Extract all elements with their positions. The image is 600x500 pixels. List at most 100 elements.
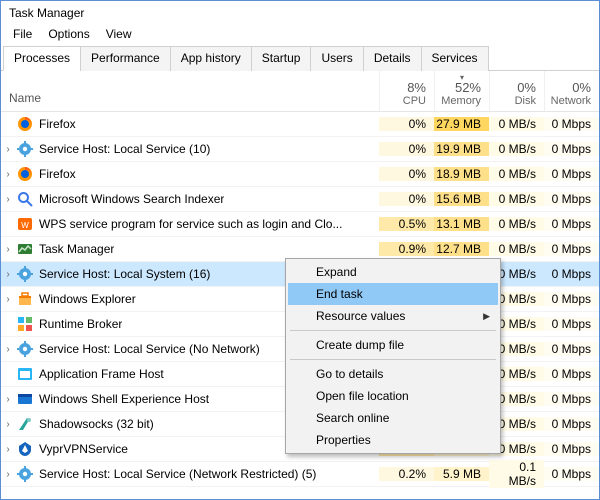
process-name-cell[interactable]: Task Manager: [15, 241, 379, 257]
firefox-icon: [17, 116, 33, 132]
expand-chevron-icon[interactable]: ›: [1, 144, 15, 155]
menu-item-search-online[interactable]: Search online: [288, 407, 498, 429]
tab-processes[interactable]: Processes: [3, 46, 81, 71]
disk-pct: 0%: [517, 80, 536, 95]
store-icon: [17, 291, 33, 307]
menu-item-end-task[interactable]: End task: [288, 283, 498, 305]
process-name: Task Manager: [39, 242, 114, 256]
cell-cpu: 0.9%: [379, 242, 434, 256]
column-cpu[interactable]: 8% CPU: [379, 71, 434, 111]
taskmgr-icon: [17, 241, 33, 257]
menu-item-go-to-details[interactable]: Go to details: [288, 363, 498, 385]
cell-memory: 27.9 MB: [434, 117, 489, 131]
search-icon: [17, 191, 33, 207]
process-name-cell[interactable]: Firefox: [15, 166, 379, 182]
process-name-cell[interactable]: Service Host: Local Service (10): [15, 141, 379, 157]
process-list[interactable]: Firefox0%27.9 MB0 MB/s0 Mbps›Service Hos…: [1, 112, 599, 499]
tab-services[interactable]: Services: [421, 46, 489, 71]
expand-chevron-icon[interactable]: ›: [1, 269, 15, 280]
menu-options[interactable]: Options: [40, 25, 97, 45]
net-pct: 0%: [572, 80, 591, 95]
expand-chevron-icon[interactable]: ›: [1, 444, 15, 455]
process-row[interactable]: WWPS service program for service such as…: [1, 212, 599, 237]
menubar: FileOptionsView: [1, 25, 599, 45]
gear-icon: [17, 141, 33, 157]
column-memory[interactable]: ▾ 52% Memory: [434, 71, 489, 111]
process-name: Service Host: Local System (16): [39, 267, 210, 281]
cpu-pct: 8%: [407, 80, 426, 95]
process-name: Microsoft Windows Search Indexer: [39, 192, 224, 206]
cell-network: 0 Mbps: [544, 167, 599, 181]
cell-cpu: 0%: [379, 167, 434, 181]
mem-pct: 52%: [455, 80, 481, 95]
menu-item-expand[interactable]: Expand: [288, 261, 498, 283]
process-name: Service Host: Local Service (No Network): [39, 342, 260, 356]
process-row[interactable]: ›Firefox0%18.9 MB0 MB/s0 Mbps: [1, 162, 599, 187]
menu-separator: [290, 330, 496, 331]
process-row[interactable]: › Service Host: Local Service (Network Re…: [1, 462, 599, 487]
ss-icon: [17, 416, 33, 432]
cell-network: 0 Mbps: [544, 242, 599, 256]
cell-network: 0 Mbps: [544, 267, 599, 281]
process-name-cell[interactable]: WWPS service program for service such as…: [15, 216, 379, 232]
firefox-icon: [17, 166, 33, 182]
column-disk[interactable]: 0% Disk: [489, 71, 544, 111]
process-name-cell[interactable]: Firefox: [15, 116, 379, 132]
menu-item-resource-values[interactable]: Resource values: [288, 305, 498, 327]
menu-item-open-file-location[interactable]: Open file location: [288, 385, 498, 407]
process-name: Firefox: [39, 167, 76, 181]
tab-details[interactable]: Details: [363, 46, 422, 71]
column-headers: Name 8% CPU ▾ 52% Memory 0% Disk 0% Netw…: [1, 71, 599, 112]
process-row[interactable]: ›Service Host: Local Service (10)0%19.9 …: [1, 137, 599, 162]
runtime-icon: [17, 316, 33, 332]
cell-disk: 0 MB/s: [489, 217, 544, 231]
column-network[interactable]: 0% Network: [544, 71, 599, 111]
cell-memory: 15.6 MB: [434, 192, 489, 206]
process-name: VyprVPNService: [39, 442, 128, 456]
expand-chevron-icon[interactable]: ›: [1, 394, 15, 405]
tab-performance[interactable]: Performance: [80, 46, 171, 71]
process-row[interactable]: ›Microsoft Windows Search Indexer0%15.6 …: [1, 187, 599, 212]
context-menu[interactable]: ExpandEnd taskResource values Create dump…: [285, 258, 501, 454]
expand-chevron-icon[interactable]: ›: [1, 469, 15, 480]
expand-chevron-icon[interactable]: ›: [1, 244, 15, 255]
expand-chevron-icon[interactable]: ›: [1, 294, 15, 305]
tab-startup[interactable]: Startup: [251, 46, 312, 71]
process-name: Windows Shell Experience Host: [39, 392, 209, 406]
process-name: Runtime Broker: [39, 317, 122, 331]
process-name: WPS service program for service such as …: [39, 217, 342, 231]
process-name: Service Host: Local Service (10): [39, 142, 210, 156]
expand-chevron-icon[interactable]: ›: [1, 419, 15, 430]
menu-file[interactable]: File: [5, 25, 40, 45]
process-name: Shadowsocks (32 bit): [39, 417, 154, 431]
expand-chevron-icon[interactable]: ›: [1, 194, 15, 205]
window-title: Task Manager: [1, 1, 599, 25]
expand-chevron-icon[interactable]: ›: [1, 169, 15, 180]
cell-memory: 12.7 MB: [434, 242, 489, 256]
cell-network: 0 Mbps: [544, 217, 599, 231]
cell-network: 0 Mbps: [544, 467, 599, 481]
menu-separator: [290, 359, 496, 360]
process-name-cell[interactable]: Service Host: Local Service (Network Res…: [15, 466, 379, 482]
net-label: Network: [551, 95, 591, 107]
cell-network: 0 Mbps: [544, 392, 599, 406]
tab-app-history[interactable]: App history: [170, 46, 252, 71]
cell-disk: 0 MB/s: [489, 242, 544, 256]
disk-label: Disk: [515, 95, 536, 107]
menu-item-properties[interactable]: Properties: [288, 429, 498, 451]
cell-disk: 0 MB/s: [489, 142, 544, 156]
process-name: Service Host: Local Service (Network Res…: [39, 467, 316, 481]
menu-view[interactable]: View: [98, 25, 140, 45]
shell-icon: [17, 391, 33, 407]
cell-network: 0 Mbps: [544, 442, 599, 456]
process-name: Application Frame Host: [39, 367, 164, 381]
process-name-cell[interactable]: Microsoft Windows Search Indexer: [15, 191, 379, 207]
cell-cpu: 0.5%: [379, 217, 434, 231]
process-row[interactable]: Firefox0%27.9 MB0 MB/s0 Mbps: [1, 112, 599, 137]
gear-icon: [17, 341, 33, 357]
expand-chevron-icon[interactable]: ›: [1, 344, 15, 355]
column-name[interactable]: Name: [1, 71, 379, 111]
sort-descending-icon: ▾: [460, 73, 464, 82]
tab-users[interactable]: Users: [310, 46, 363, 71]
menu-item-create-dump-file[interactable]: Create dump file: [288, 334, 498, 356]
